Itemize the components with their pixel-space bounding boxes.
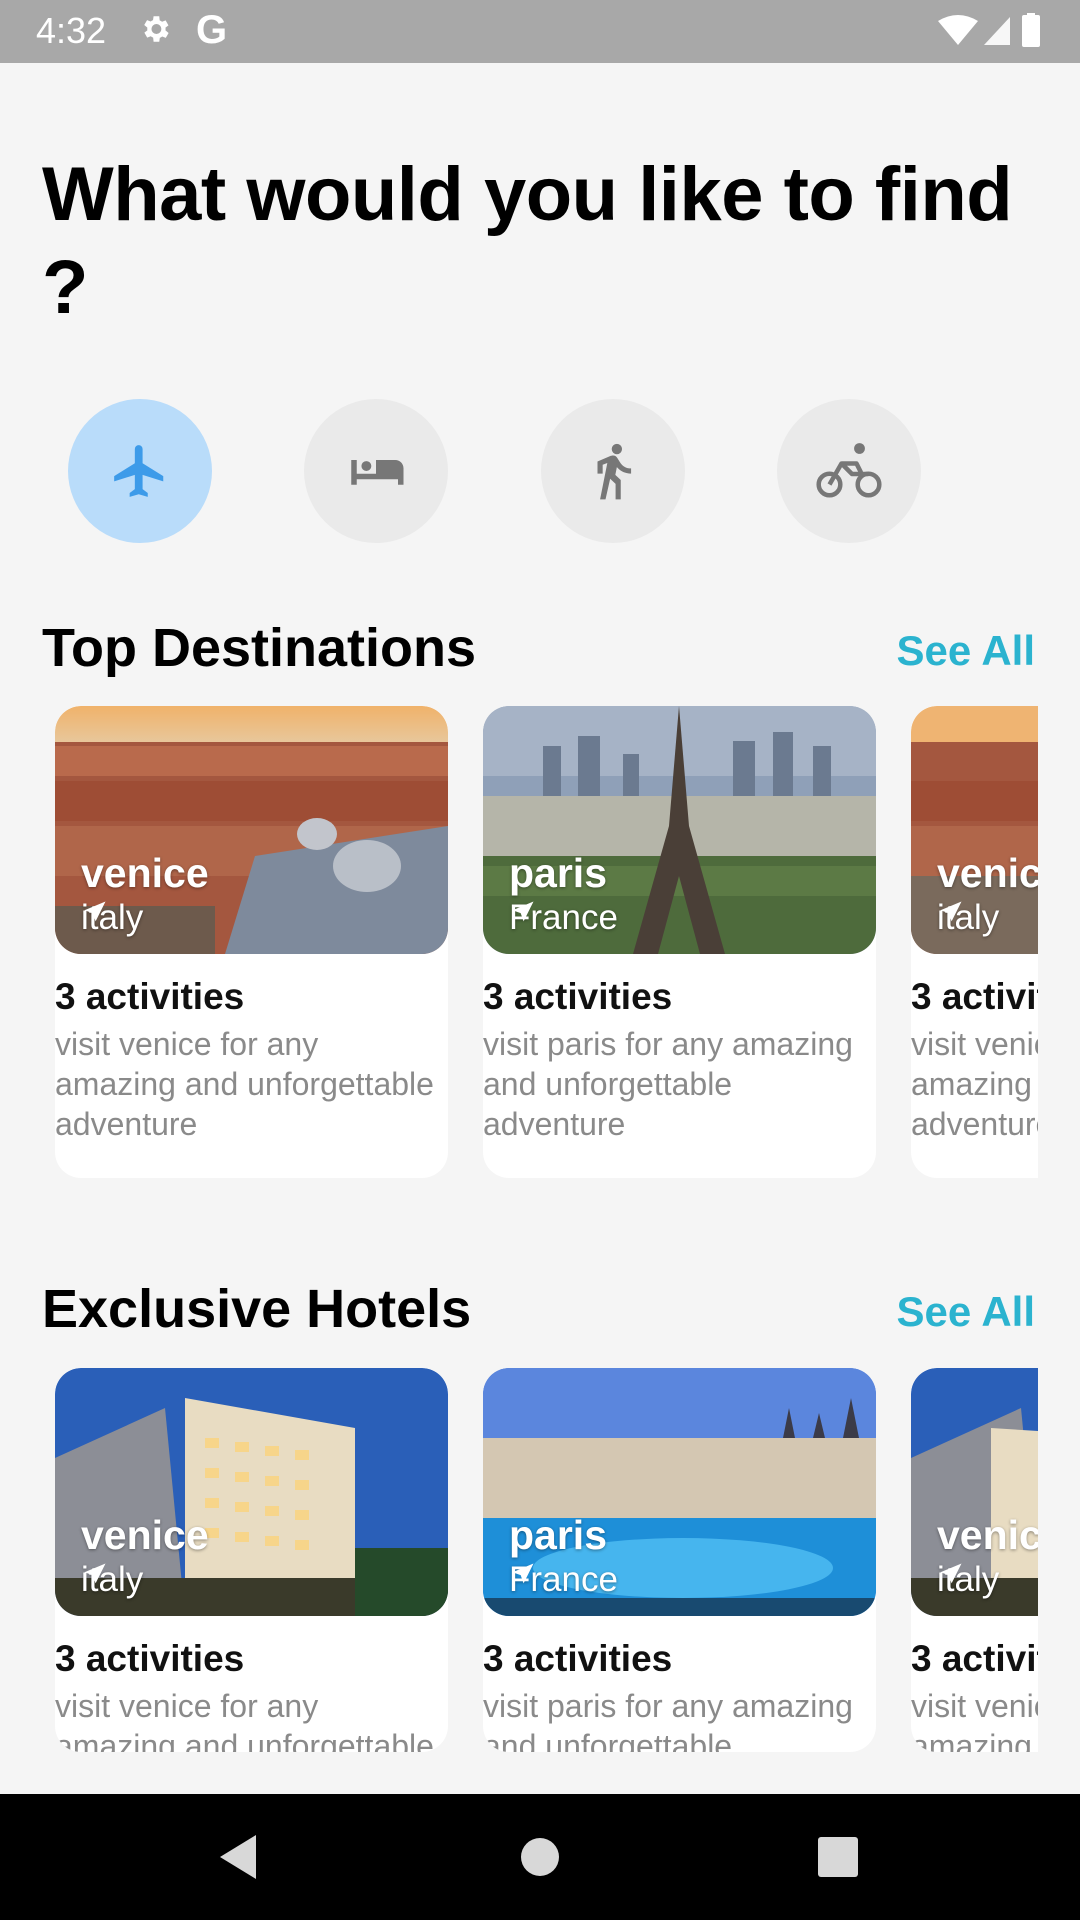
card-activities: 3 activities	[911, 1638, 1038, 1679]
status-icons	[938, 13, 1040, 47]
destination-image-venice: venice italy	[911, 706, 1038, 954]
card-city: paris	[509, 850, 607, 896]
card-description: visit paris for any amazing and unforget…	[483, 1026, 853, 1142]
hotel-card[interactable]: venice italy 3 activities visit venice f…	[911, 1368, 1038, 1752]
card-country: italy	[937, 1560, 999, 1600]
category-hotels[interactable]	[304, 399, 448, 543]
card-description: visit venice for any amazing and unforge…	[911, 1688, 1038, 1752]
card-city: venice	[81, 850, 209, 896]
card-country: italy	[81, 1560, 143, 1600]
walking-icon	[597, 443, 632, 500]
navigation-arrow-icon	[940, 901, 962, 922]
card-activities: 3 activities	[55, 976, 245, 1017]
airplane-icon	[114, 445, 164, 497]
destination-image-venice: venice italy	[55, 706, 448, 954]
card-country: italy	[937, 898, 999, 938]
hotel-image-paris: paris France	[483, 1368, 876, 1616]
destination-card[interactable]: venice italy 3 activities visit venice f…	[55, 706, 448, 1178]
gear-icon	[138, 12, 172, 53]
card-description: visit venice for any amazing and unforge…	[55, 1688, 434, 1752]
card-activities: 3 activities	[55, 1638, 245, 1679]
hotel-image-venice: venice italy	[55, 1368, 448, 1616]
back-icon[interactable]	[216, 1832, 260, 1882]
hotel-card[interactable]: venice italy 3 activities visit venice f…	[55, 1368, 448, 1752]
hotel-card[interactable]: paris France 3 activities visit paris fo…	[483, 1368, 876, 1752]
card-country: italy	[81, 898, 143, 938]
card-country: France	[509, 898, 618, 938]
card-activities: 3 activities	[911, 976, 1038, 1017]
navigation-arrow-icon	[84, 1563, 106, 1584]
destination-card[interactable]: paris France 3 activities visit paris fo…	[483, 706, 876, 1178]
navigation-arrow-icon	[940, 1563, 962, 1584]
section-title-destinations: Top Destinations	[42, 618, 477, 678]
navigation-arrow-icon	[512, 1563, 534, 1584]
status-bar: 4:32 G	[0, 0, 1080, 63]
hotels-carousel[interactable]: venice italy 3 activities visit venice f…	[55, 1368, 1038, 1752]
card-city: venice	[937, 1512, 1038, 1558]
card-city: venice	[81, 1512, 209, 1558]
card-activities: 3 activities	[483, 976, 673, 1017]
status-time: 4:32	[36, 10, 107, 51]
section-title-hotels: Exclusive Hotels	[42, 1279, 472, 1339]
bicycle-icon	[816, 443, 882, 498]
navigation-arrow-icon	[84, 901, 106, 922]
card-description: visit venice for any amazing and unforge…	[911, 1026, 1038, 1142]
navigation-arrow-icon	[512, 901, 534, 922]
wifi-icon	[938, 15, 978, 45]
home-icon[interactable]	[518, 1832, 562, 1882]
category-biking[interactable]	[777, 399, 921, 543]
card-description: visit venice for any amazing and unforge…	[55, 1026, 434, 1142]
category-flights[interactable]	[68, 399, 212, 543]
card-country: France	[509, 1560, 618, 1600]
see-all-hotels-button[interactable]: See All	[896, 1288, 1035, 1336]
see-all-destinations-button[interactable]: See All	[896, 627, 1035, 675]
destination-image-paris: paris France	[483, 706, 876, 954]
destinations-carousel[interactable]: venice italy 3 activities visit venice f…	[55, 706, 1038, 1178]
signal-icon	[984, 17, 1010, 45]
bed-icon	[351, 460, 404, 485]
card-activities: 3 activities	[483, 1638, 673, 1679]
card-description: visit paris for any amazing and unforget…	[483, 1688, 853, 1752]
hotel-image-venice: venice italy	[911, 1368, 1038, 1616]
category-activities[interactable]	[541, 399, 685, 543]
card-city: paris	[509, 1512, 607, 1558]
recents-icon[interactable]	[816, 1832, 860, 1882]
destination-card[interactable]: venice italy 3 activities visit venice f…	[911, 706, 1038, 1178]
battery-icon	[1022, 15, 1040, 47]
google-icon: G	[196, 8, 228, 52]
system-navigation-bar	[0, 1794, 1080, 1920]
page-title: What would you like to find ?	[42, 152, 1013, 330]
card-city: venice	[937, 850, 1038, 896]
